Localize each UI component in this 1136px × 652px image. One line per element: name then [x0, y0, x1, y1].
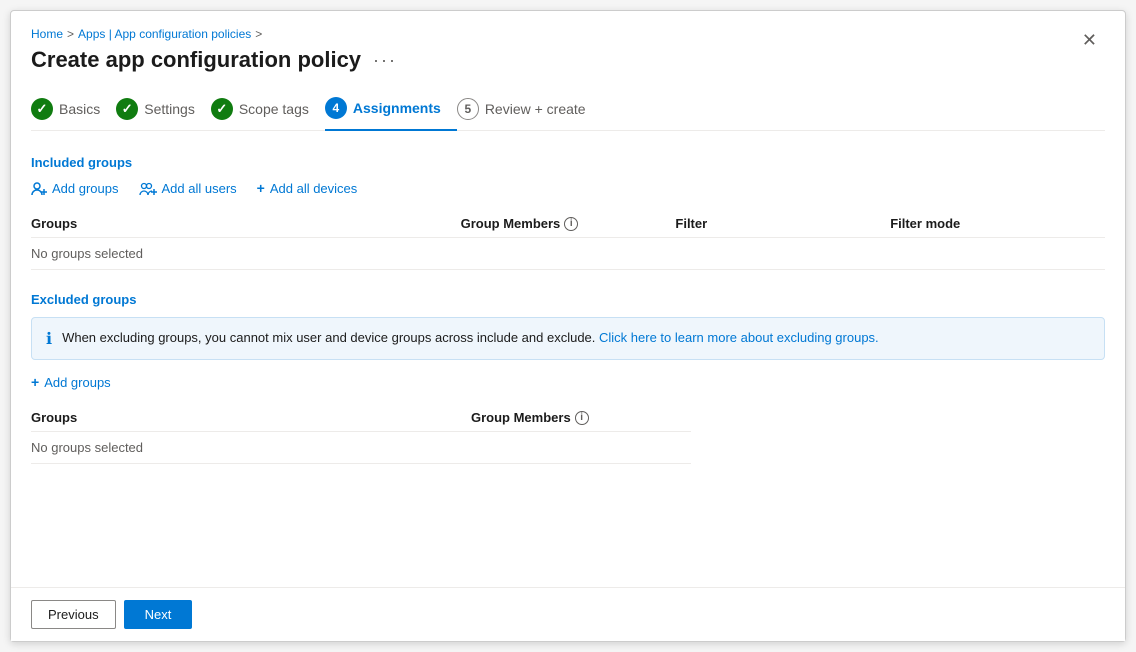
add-all-users-button[interactable]: Add all users	[139, 180, 237, 196]
excl-col-group-members: Group Members i	[471, 410, 691, 425]
excluded-table-header: Groups Group Members i	[31, 404, 691, 432]
banner-link[interactable]: Click here to learn more about excluding…	[599, 330, 879, 345]
excl-group-members-info-icon[interactable]: i	[575, 411, 589, 425]
add-all-users-label: Add all users	[162, 181, 237, 196]
step-basics[interactable]: ✓ Basics	[31, 90, 116, 130]
close-button[interactable]: ✕	[1074, 27, 1105, 53]
step-checkmark-settings: ✓	[122, 101, 133, 117]
excluded-groups-table: Groups Group Members i No groups selecte…	[31, 404, 1105, 464]
create-policy-window: Home > Apps | App configuration policies…	[10, 10, 1126, 642]
col-groups: Groups	[31, 216, 461, 231]
footer: Previous Next	[11, 587, 1125, 641]
breadcrumb-apps[interactable]: Apps | App configuration policies	[78, 27, 251, 41]
step-num-review: 5	[464, 102, 471, 116]
step-assignments[interactable]: 4 Assignments	[325, 89, 457, 131]
add-groups-button[interactable]: Add groups	[31, 180, 119, 196]
steps-nav: ✓ Basics ✓ Settings ✓ Scope tags 4	[31, 89, 1105, 131]
included-groups-section: Included groups Add groups	[31, 155, 1105, 276]
col-filter-mode: Filter mode	[890, 216, 1105, 231]
excluded-add-groups-icon: +	[31, 374, 39, 390]
excluded-groups-banner: ℹ When excluding groups, you cannot mix …	[31, 317, 1105, 360]
step-checkmark-basics: ✓	[37, 101, 48, 117]
step-label-review: Review + create	[485, 101, 586, 117]
title-row: Create app configuration policy ···	[31, 47, 401, 73]
excluded-add-groups-label: Add groups	[44, 375, 111, 390]
excluded-groups-title: Excluded groups	[31, 292, 1105, 307]
included-groups-actions: Add groups Add all users	[31, 180, 1105, 196]
col-filter: Filter	[675, 216, 890, 231]
add-groups-icon	[31, 180, 47, 196]
breadcrumb-home[interactable]: Home	[31, 27, 63, 41]
window-header: Home > Apps | App configuration policies…	[11, 11, 1125, 73]
next-button[interactable]: Next	[124, 600, 193, 629]
add-all-users-icon	[139, 180, 157, 196]
add-all-devices-icon: +	[257, 180, 265, 196]
step-label-assignments: Assignments	[353, 100, 441, 116]
step-circle-scope-tags: ✓	[211, 98, 233, 120]
step-scope-tags[interactable]: ✓ Scope tags	[211, 90, 325, 130]
group-members-info-icon[interactable]: i	[564, 217, 578, 231]
previous-button[interactable]: Previous	[31, 600, 116, 629]
step-label-basics: Basics	[59, 101, 100, 117]
header-left: Home > Apps | App configuration policies…	[31, 27, 401, 73]
step-label-settings: Settings	[144, 101, 195, 117]
excl-col-groups: Groups	[31, 410, 471, 425]
page-title: Create app configuration policy	[31, 47, 361, 73]
excluded-add-groups-button[interactable]: + Add groups	[31, 374, 111, 390]
excluded-table-empty-row: No groups selected	[31, 432, 691, 464]
col-group-members: Group Members i	[461, 216, 676, 231]
add-all-devices-label: Add all devices	[270, 181, 357, 196]
included-groups-table: Groups Group Members i Filter Filter mod…	[31, 210, 1105, 270]
breadcrumb: Home > Apps | App configuration policies…	[31, 27, 401, 41]
step-num-assignments: 4	[333, 101, 340, 115]
no-groups-message: No groups selected	[31, 246, 461, 261]
excluded-groups-actions: + Add groups	[31, 374, 1105, 390]
add-groups-label: Add groups	[52, 181, 119, 196]
banner-info-icon: ℹ	[46, 329, 52, 349]
step-circle-assignments: 4	[325, 97, 347, 119]
included-table-empty-row: No groups selected	[31, 238, 1105, 270]
excluded-groups-section: Excluded groups ℹ When excluding groups,…	[31, 292, 1105, 470]
main-content: ✓ Basics ✓ Settings ✓ Scope tags 4	[11, 73, 1125, 587]
breadcrumb-sep2: >	[255, 27, 262, 41]
step-circle-review: 5	[457, 98, 479, 120]
step-review-create[interactable]: 5 Review + create	[457, 90, 602, 130]
ellipsis-button[interactable]: ···	[369, 48, 401, 73]
add-all-devices-button[interactable]: + Add all devices	[257, 180, 358, 196]
step-settings[interactable]: ✓ Settings	[116, 90, 211, 130]
included-groups-title: Included groups	[31, 155, 1105, 170]
step-circle-basics: ✓	[31, 98, 53, 120]
step-checkmark-scope-tags: ✓	[216, 101, 227, 117]
banner-text: When excluding groups, you cannot mix us…	[62, 328, 879, 348]
included-table-header: Groups Group Members i Filter Filter mod…	[31, 210, 1105, 238]
step-label-scope-tags: Scope tags	[239, 101, 309, 117]
breadcrumb-sep1: >	[67, 27, 74, 41]
excl-no-groups-message: No groups selected	[31, 440, 471, 455]
step-circle-settings: ✓	[116, 98, 138, 120]
